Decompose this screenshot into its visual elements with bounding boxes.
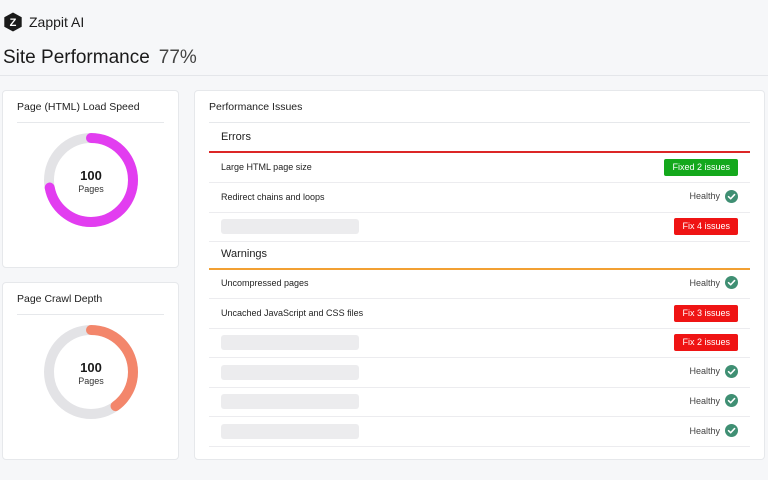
issue-label: Uncompressed pages — [221, 278, 309, 288]
healthy-label: Healthy — [689, 191, 720, 202]
healthy-label: Healthy — [689, 366, 720, 377]
healthy-label: Healthy — [689, 425, 720, 436]
issue-row[interactable]: Redirect chains and loops Healthy — [209, 183, 750, 213]
crawl-depth-card: Page Crawl Depth 100 Pages — [2, 282, 179, 460]
warnings-section-header: Warnings — [209, 242, 750, 270]
check-circle-icon — [725, 394, 738, 408]
crawl-depth-divider — [17, 314, 164, 315]
issue-row[interactable]: Fix 2 issues — [209, 328, 750, 359]
fix-issues-button[interactable]: Fix 4 issues — [674, 218, 738, 236]
warnings-title: Warnings — [221, 248, 268, 260]
issue-label-placeholder — [221, 394, 359, 410]
errors-section-header: Errors — [209, 125, 750, 153]
load-speed-unit: Pages — [78, 184, 104, 194]
brand[interactable]: Z Zappit AI — [3, 11, 84, 33]
issue-label-placeholder — [221, 364, 359, 380]
issue-row[interactable]: Healthy — [209, 387, 750, 418]
issue-label-placeholder — [221, 219, 359, 235]
healthy-label: Healthy — [689, 395, 720, 406]
load-speed-divider — [17, 122, 164, 123]
performance-score: 77% — [158, 47, 197, 68]
crawl-depth-title: Page Crawl Depth — [17, 293, 103, 305]
issue-row[interactable]: Fix 4 issues — [209, 212, 750, 243]
check-circle-icon — [725, 364, 738, 378]
load-speed-center: 100 Pages — [42, 169, 140, 195]
errors-title: Errors — [221, 131, 251, 143]
page-header: Site Performance 77% — [3, 47, 197, 69]
check-circle-icon — [725, 189, 738, 203]
page-title: Site Performance — [3, 47, 150, 68]
crawl-depth-unit: Pages — [78, 376, 104, 386]
header-divider — [0, 75, 768, 76]
zappit-logo-icon: Z — [4, 12, 22, 32]
check-circle-icon — [725, 424, 738, 437]
performance-issues-title: Performance Issues — [209, 101, 303, 113]
load-speed-title: Page (HTML) Load Speed — [17, 101, 140, 113]
issue-label-placeholder — [221, 424, 359, 439]
fix-issues-button[interactable]: Fix 2 issues — [674, 334, 738, 352]
issue-label: Large HTML page size — [221, 162, 312, 172]
healthy-status: Healthy — [689, 364, 738, 378]
crawl-depth-center: 100 Pages — [42, 361, 140, 387]
performance-issues-card: Performance Issues Errors Large HTML pag… — [194, 90, 765, 460]
healthy-status: Healthy — [689, 424, 738, 437]
healthy-status: Healthy — [689, 276, 738, 289]
fix-issues-button[interactable]: Fix 3 issues — [674, 304, 738, 322]
healthy-status: Healthy — [689, 189, 738, 203]
issue-row[interactable]: Uncached JavaScript and CSS files Fix 3 i… — [209, 299, 750, 329]
load-speed-card: Page (HTML) Load Speed 100 Pages — [2, 90, 179, 268]
check-circle-icon — [725, 276, 738, 289]
issue-row[interactable]: Healthy — [209, 417, 750, 447]
healthy-label: Healthy — [689, 277, 720, 288]
brand-name: Zappit AI — [29, 14, 85, 30]
healthy-status: Healthy — [689, 394, 738, 408]
issue-row[interactable]: Healthy — [209, 358, 750, 388]
issue-label-placeholder — [221, 335, 359, 351]
issue-label: Uncached JavaScript and CSS files — [221, 307, 364, 318]
crawl-depth-value: 100 — [80, 360, 102, 375]
issue-row[interactable]: Large HTML page size Fixed 2 issues — [209, 153, 750, 183]
load-speed-value: 100 — [80, 168, 102, 183]
fixed-issues-badge[interactable]: Fixed 2 issues — [664, 159, 738, 176]
issue-row[interactable]: Uncompressed pages Healthy — [209, 269, 750, 299]
performance-issues-divider — [209, 122, 750, 123]
logo-letter: Z — [10, 17, 17, 29]
issue-label: Redirect chains and loops — [221, 191, 325, 202]
